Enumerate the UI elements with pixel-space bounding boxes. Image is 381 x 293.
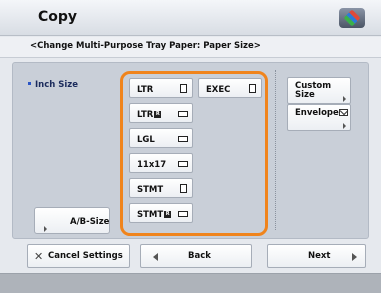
- landscape-paper-icon: [178, 211, 188, 217]
- envelope-button[interactable]: Envelope: [287, 104, 351, 131]
- ab-size-button[interactable]: A/B-Size: [34, 207, 110, 234]
- column-divider: [275, 70, 276, 230]
- chevron-right-icon: [44, 226, 47, 232]
- envelope-label: Envelope: [295, 108, 339, 118]
- custom-size-label: Custom Size: [295, 81, 332, 100]
- portrait-paper-icon: [180, 184, 187, 193]
- size-button-lgl[interactable]: LGL: [129, 128, 193, 148]
- portrait-paper-icon: [249, 84, 256, 93]
- canon-cube-icon[interactable]: [339, 8, 365, 28]
- chevron-right-icon: [343, 96, 346, 102]
- landscape-paper-icon: [178, 136, 188, 142]
- next-button[interactable]: Next: [267, 244, 366, 268]
- size-label-stmt: STMT: [137, 185, 164, 195]
- close-icon: ✕: [34, 250, 44, 263]
- landscape-paper-icon: [178, 161, 188, 167]
- cancel-settings-button[interactable]: ✕ Cancel Settings: [27, 244, 130, 268]
- size-label-stmt-r: STMT R: [137, 210, 172, 220]
- footer-bar: ✕ Cancel Settings Back Next: [0, 244, 381, 273]
- size-button-stmt[interactable]: STMT: [129, 178, 193, 198]
- size-button-stmt-r[interactable]: STMT R: [129, 203, 193, 223]
- status-strip: [0, 273, 381, 293]
- arrow-right-icon: [352, 253, 357, 261]
- size-button-11x17[interactable]: 11x17: [129, 153, 193, 173]
- back-button[interactable]: Back: [140, 244, 252, 268]
- rotated-badge-icon: R: [164, 211, 172, 218]
- page-title: Copy: [38, 9, 78, 25]
- envelope-icon: [339, 109, 348, 116]
- arrow-left-icon: [153, 253, 158, 261]
- size-label-lgl: LGL: [137, 135, 155, 145]
- next-label: Next: [308, 251, 331, 261]
- inch-size-group-label: Inch Size: [28, 80, 78, 90]
- cancel-settings-label: Cancel Settings: [48, 251, 123, 261]
- size-label-exec: EXEC: [206, 85, 231, 95]
- chevron-right-icon: [343, 123, 346, 129]
- subtitle-bar: <Change Multi-Purpose Tray Paper: Paper …: [0, 37, 381, 58]
- rotated-badge-icon: R: [154, 111, 162, 118]
- ab-size-label: A/B-Size: [70, 217, 110, 227]
- size-label-11x17: 11x17: [137, 160, 167, 170]
- size-text-ltr-r: LTR: [137, 110, 154, 120]
- header-bar: Copy: [0, 0, 381, 36]
- size-button-ltr-r[interactable]: LTR R: [129, 103, 193, 123]
- landscape-paper-icon: [178, 111, 188, 117]
- back-label: Back: [188, 251, 211, 261]
- size-label-ltr-r: LTR R: [137, 110, 162, 120]
- screen-subtitle: <Change Multi-Purpose Tray Paper: Paper …: [30, 41, 261, 51]
- size-button-ltr[interactable]: LTR: [129, 78, 193, 98]
- size-button-exec[interactable]: EXEC: [198, 78, 262, 98]
- size-text-stmt-r: STMT: [137, 210, 164, 220]
- portrait-paper-icon: [180, 84, 187, 93]
- size-label-ltr: LTR: [137, 85, 154, 95]
- custom-size-button[interactable]: Custom Size: [287, 77, 351, 104]
- copy-screen: Copy <Change Multi-Purpose Tray Paper: P…: [0, 0, 381, 293]
